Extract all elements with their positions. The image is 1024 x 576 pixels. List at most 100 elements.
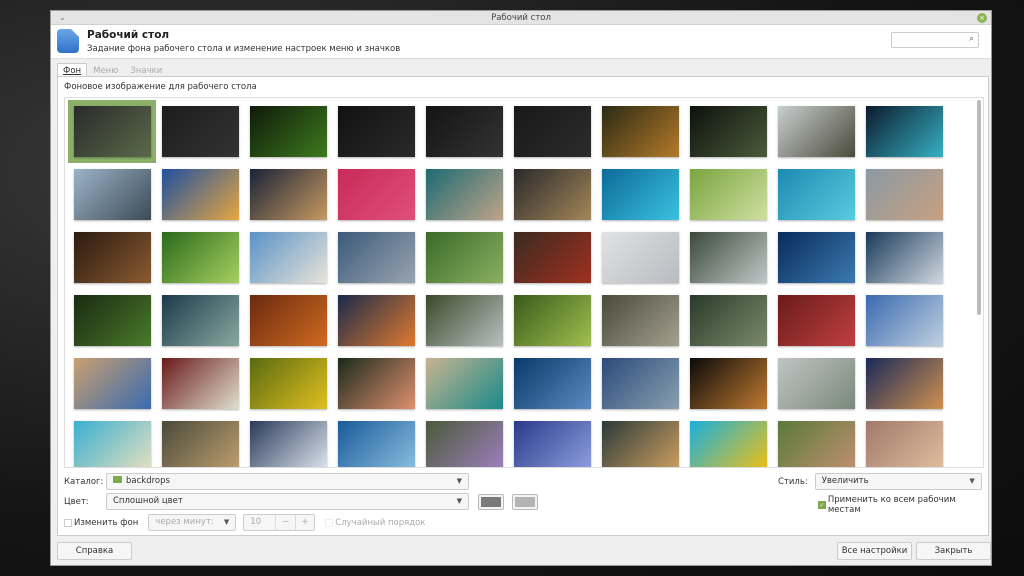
- wallpaper-image: [777, 295, 855, 346]
- wallpaper-thumbnail[interactable]: [596, 352, 684, 415]
- wallpaper-thumbnail[interactable]: [596, 415, 684, 467]
- interval-value: через минут:: [155, 517, 214, 527]
- wallpaper-thumbnail[interactable]: [332, 100, 420, 163]
- catalog-dropdown[interactable]: backdrops ▼: [106, 473, 469, 490]
- wallpaper-thumbnail[interactable]: [420, 100, 508, 163]
- wallpaper-thumbnail[interactable]: [684, 352, 772, 415]
- wallpaper-thumbnail[interactable]: [156, 163, 244, 226]
- wallpaper-image: [161, 358, 239, 409]
- wallpaper-thumbnail[interactable]: [772, 163, 860, 226]
- wallpaper-thumbnail[interactable]: [508, 163, 596, 226]
- wallpaper-thumbnail[interactable]: [68, 415, 156, 467]
- wallpaper-thumbnail[interactable]: [508, 415, 596, 467]
- close-window-button[interactable]: ×: [977, 13, 987, 23]
- all-settings-button[interactable]: Все настройки: [837, 542, 912, 560]
- wallpaper-thumbnail[interactable]: [420, 289, 508, 352]
- wallpaper-thumbnail[interactable]: [860, 226, 948, 289]
- wallpaper-thumbnail[interactable]: [68, 100, 156, 163]
- wallpaper-thumbnail[interactable]: [508, 352, 596, 415]
- wallpaper-thumbnail[interactable]: [772, 289, 860, 352]
- wallpaper-thumbnail[interactable]: [244, 100, 332, 163]
- apply-all-checkbox[interactable]: ✓: [818, 501, 826, 509]
- wallpaper-thumbnail[interactable]: [156, 100, 244, 163]
- catalog-value: backdrops: [126, 476, 170, 486]
- color-dropdown[interactable]: Сплошной цвет ▼: [106, 493, 469, 510]
- wallpaper-image: [689, 232, 767, 283]
- title-bar: ⌄ Рабочий стол ×: [51, 11, 991, 25]
- wallpaper-thumbnail[interactable]: [332, 163, 420, 226]
- wallpaper-thumbnail[interactable]: [68, 226, 156, 289]
- wallpaper-thumbnail[interactable]: [244, 226, 332, 289]
- help-button[interactable]: Справка: [57, 542, 132, 560]
- interval-dropdown[interactable]: через минут: ▼: [148, 514, 237, 531]
- wallpaper-thumbnail[interactable]: [68, 289, 156, 352]
- wallpaper-thumbnail[interactable]: [68, 163, 156, 226]
- wallpaper-thumbnail[interactable]: [420, 163, 508, 226]
- wallpaper-thumbnail[interactable]: [156, 415, 244, 467]
- desktop-app-icon: [57, 29, 79, 53]
- wallpaper-image: [689, 421, 767, 467]
- wallpaper-image: [865, 358, 943, 409]
- change-background-label: Изменить фон: [74, 517, 139, 528]
- wallpaper-thumbnail[interactable]: [772, 100, 860, 163]
- change-background-checkbox[interactable]: [64, 518, 72, 527]
- wallpaper-image: [73, 295, 151, 346]
- close-button[interactable]: Закрыть: [916, 542, 991, 560]
- wallpaper-image: [249, 295, 327, 346]
- decrement-button[interactable]: −: [275, 515, 294, 530]
- chevron-down-icon: ▼: [969, 477, 975, 485]
- wallpaper-thumbnail[interactable]: [332, 226, 420, 289]
- wallpaper-thumbnail[interactable]: [332, 352, 420, 415]
- wallpaper-thumbnail[interactable]: [68, 352, 156, 415]
- window-menu-icon[interactable]: ⌄: [59, 11, 66, 25]
- wallpaper-image: [601, 232, 679, 283]
- wallpaper-thumbnail[interactable]: [684, 100, 772, 163]
- wallpaper-thumbnail[interactable]: [772, 352, 860, 415]
- wallpaper-thumbnail[interactable]: [156, 226, 244, 289]
- wallpaper-thumbnail[interactable]: [596, 226, 684, 289]
- wallpaper-thumbnail[interactable]: [860, 163, 948, 226]
- wallpaper-thumbnail[interactable]: [684, 415, 772, 467]
- wallpaper-thumbnail[interactable]: [860, 352, 948, 415]
- wallpaper-thumbnail[interactable]: [860, 289, 948, 352]
- wallpaper-thumbnail[interactable]: [508, 289, 596, 352]
- wallpaper-thumbnail[interactable]: [596, 100, 684, 163]
- header: Рабочий стол Задание фона рабочего стола…: [51, 25, 991, 59]
- secondary-color-button[interactable]: [512, 493, 538, 510]
- wallpaper-thumbnail[interactable]: [772, 415, 860, 467]
- increment-button[interactable]: +: [294, 515, 314, 530]
- wallpaper-thumbnail[interactable]: [684, 163, 772, 226]
- wallpaper-thumbnail[interactable]: [156, 289, 244, 352]
- wallpaper-thumbnail[interactable]: [332, 415, 420, 467]
- wallpaper-thumbnail[interactable]: [508, 226, 596, 289]
- wallpaper-thumbnail[interactable]: [508, 100, 596, 163]
- wallpaper-thumbnail[interactable]: [420, 352, 508, 415]
- wallpaper-thumbnail[interactable]: [420, 415, 508, 467]
- wallpaper-thumbnail[interactable]: [860, 100, 948, 163]
- wallpaper-thumbnail[interactable]: [684, 289, 772, 352]
- wallpaper-thumbnail[interactable]: [684, 226, 772, 289]
- minutes-input[interactable]: 10: [244, 515, 275, 530]
- wallpaper-thumbnail[interactable]: [244, 415, 332, 467]
- search-input[interactable]: ⌕: [891, 32, 979, 48]
- scrollbar[interactable]: [977, 100, 981, 315]
- wallpaper-thumbnail[interactable]: [860, 415, 948, 467]
- wallpaper-image: [425, 169, 503, 220]
- wallpaper-image: [249, 358, 327, 409]
- wallpaper-thumbnail[interactable]: [596, 289, 684, 352]
- style-dropdown[interactable]: Увеличить ▼: [814, 473, 982, 490]
- wallpaper-image: [425, 232, 503, 283]
- wallpaper-thumbnail[interactable]: [772, 226, 860, 289]
- random-order-checkbox[interactable]: [325, 518, 334, 527]
- wallpaper-image: [513, 169, 591, 220]
- primary-color-button[interactable]: [478, 493, 504, 510]
- wallpaper-thumbnail[interactable]: [244, 289, 332, 352]
- wallpaper-thumbnail[interactable]: [420, 226, 508, 289]
- wallpaper-thumbnail[interactable]: [156, 352, 244, 415]
- search-icon: ⌕: [968, 34, 974, 44]
- wallpaper-thumbnail[interactable]: [244, 352, 332, 415]
- wallpaper-image: [777, 358, 855, 409]
- wallpaper-thumbnail[interactable]: [596, 163, 684, 226]
- wallpaper-thumbnail[interactable]: [332, 289, 420, 352]
- wallpaper-thumbnail[interactable]: [244, 163, 332, 226]
